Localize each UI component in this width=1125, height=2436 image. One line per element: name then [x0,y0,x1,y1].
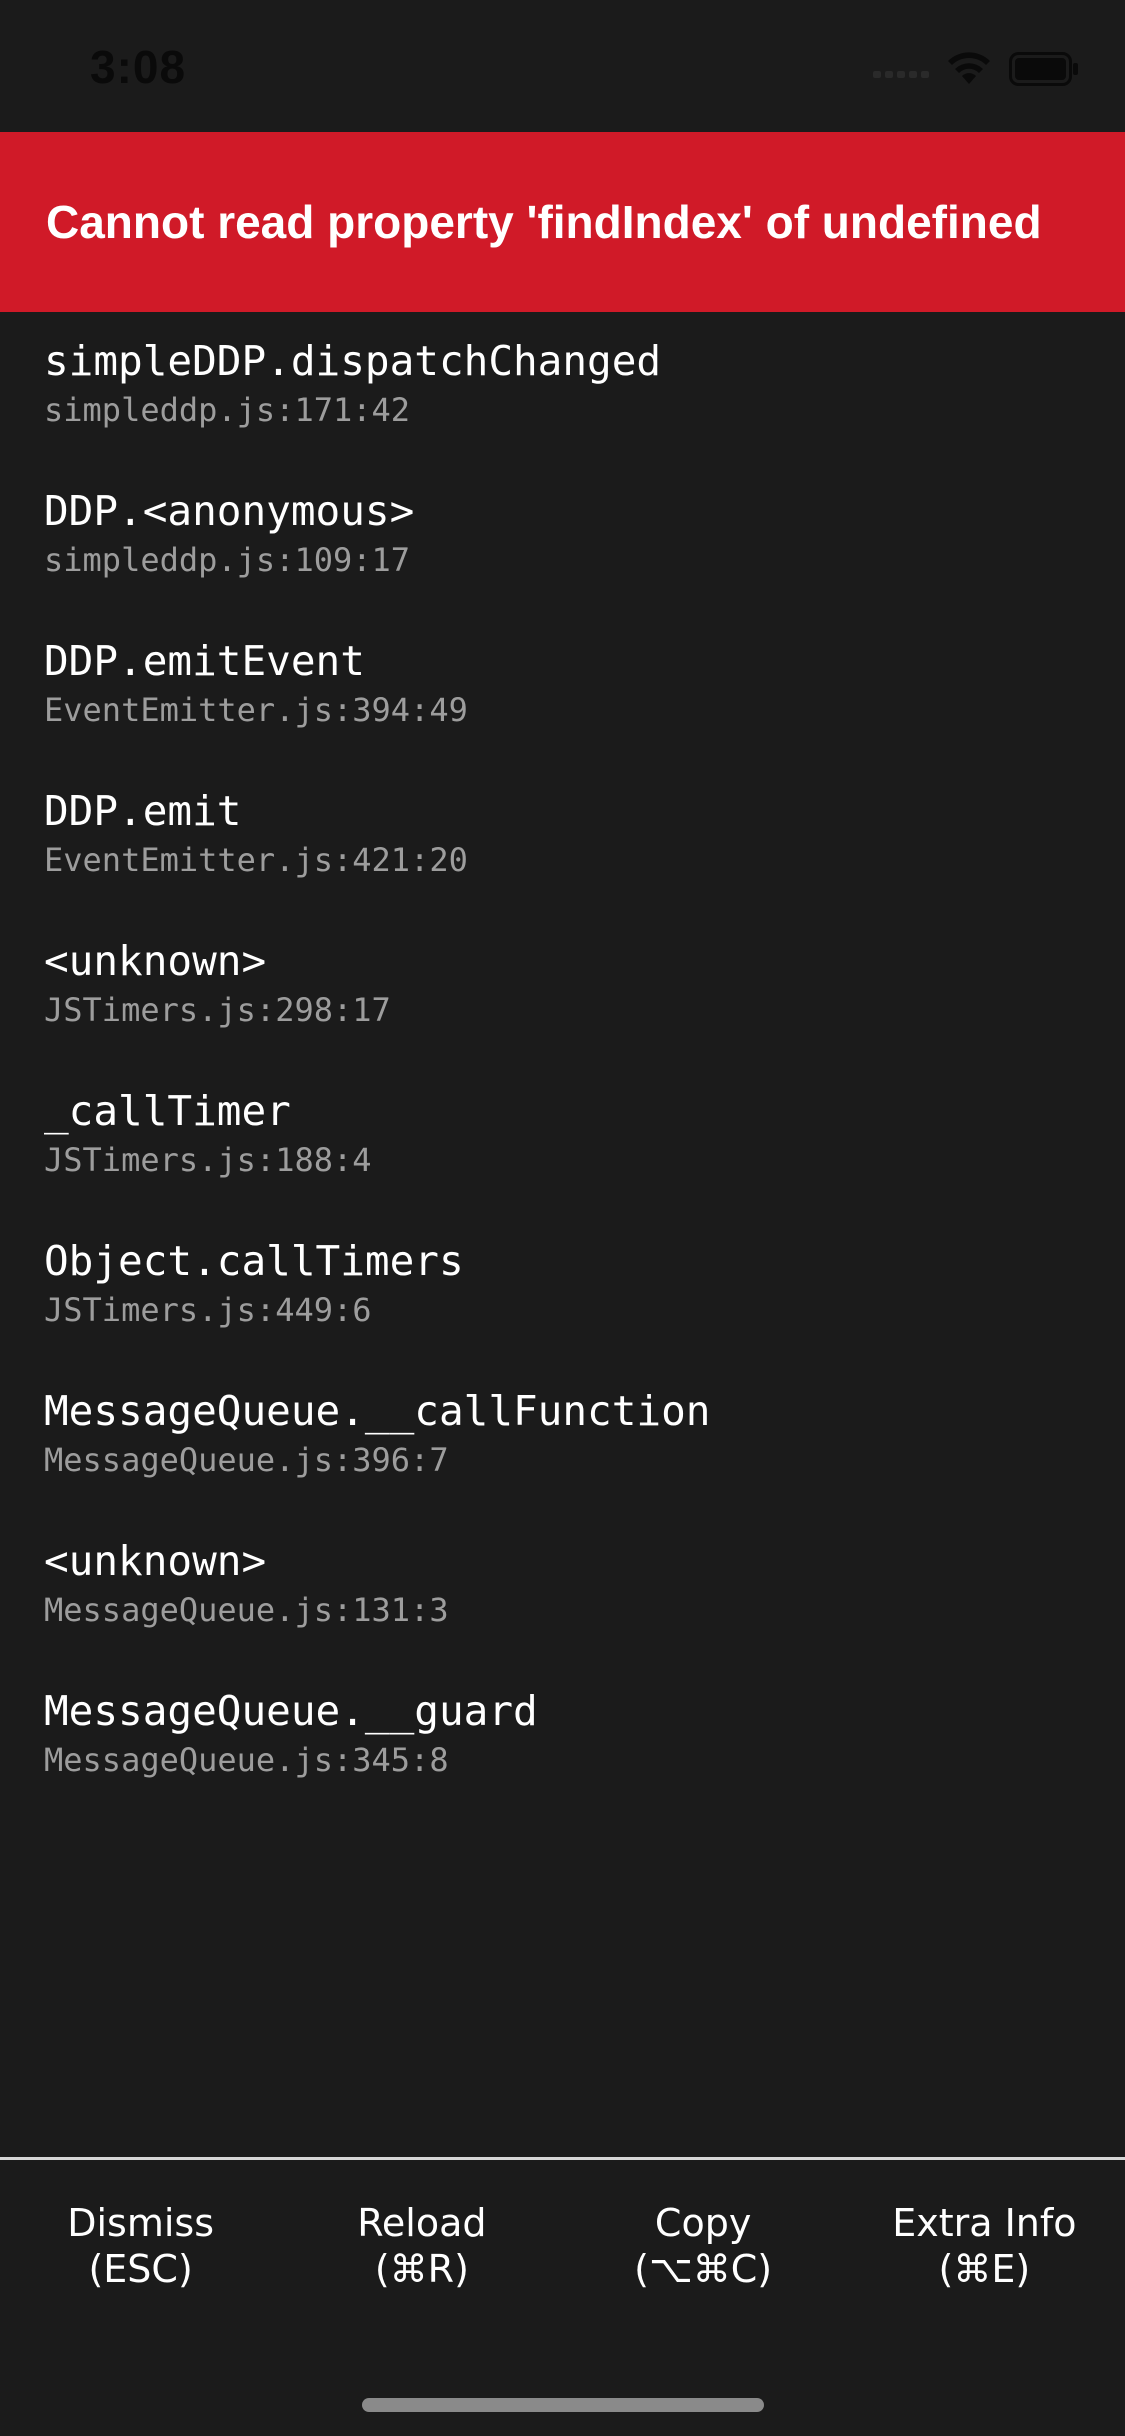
stack-frame[interactable]: _callTimer JSTimers.js:188:4 [44,1086,1084,1180]
reload-label: Reload [357,2201,487,2245]
stack-trace-list[interactable]: simpleDDP.dispatchChanged simpleddp.js:1… [0,312,1125,2157]
frame-location: MessageQueue.js:396:7 [44,1441,449,1479]
dismiss-label: Dismiss [67,2201,215,2245]
stack-frame[interactable]: Object.callTimers JSTimers.js:449:6 [44,1236,1084,1330]
stack-frame[interactable]: MessageQueue.__callFunction MessageQueue… [44,1386,1084,1480]
frame-location: EventEmitter.js:421:20 [44,841,468,879]
dismiss-shortcut: (ESC) [88,2247,193,2291]
cellular-signal-icon [873,71,929,78]
error-banner: Cannot read property 'findIndex' of unde… [0,132,1125,312]
frame-location: JSTimers.js:449:6 [44,1291,372,1329]
frame-method: DDP.emitEvent [44,637,365,685]
frame-method: MessageQueue.__callFunction [44,1387,711,1435]
dismiss-button[interactable]: Dismiss (ESC) [0,2200,281,2292]
frame-method: <unknown> [44,1537,267,1585]
reload-button[interactable]: Reload (⌘R) [281,2200,562,2292]
reload-shortcut: (⌘R) [374,2247,469,2291]
frame-location: simpleddp.js:109:17 [44,541,411,579]
stack-frame[interactable]: <unknown> JSTimers.js:298:17 [44,936,1084,1030]
status-bar: 3:08 [0,0,1125,132]
frame-method: <unknown> [44,937,267,985]
extra-info-shortcut: (⌘E) [938,2247,1031,2291]
battery-icon [1009,52,1078,86]
status-icons [873,52,1079,86]
frame-location: MessageQueue.js:131:3 [44,1591,449,1629]
stack-frame[interactable]: DDP.<anonymous> simpleddp.js:109:17 [44,486,1084,580]
frame-location: MessageQueue.js:345:8 [44,1741,449,1779]
stack-frame[interactable]: DDP.emit EventEmitter.js:421:20 [44,786,1084,880]
stack-frame[interactable]: DDP.emitEvent EventEmitter.js:394:49 [44,636,1084,730]
frame-method: DDP.<anonymous> [44,487,415,535]
frame-location: simpleddp.js:171:42 [44,391,411,429]
stack-frame[interactable]: MessageQueue.__guard MessageQueue.js:345… [44,1686,1084,1780]
frame-method: DDP.emit [44,787,242,835]
frame-method: Object.callTimers [44,1237,464,1285]
status-time: 3:08 [90,41,187,93]
copy-button[interactable]: Copy (⌥⌘C) [563,2200,844,2292]
footer-toolbar: Dismiss (ESC) Reload (⌘R) Copy (⌥⌘C) Ext… [0,2157,1125,2436]
frame-method: simpleDDP.dispatchChanged [44,337,662,385]
frame-method: _callTimer [44,1087,291,1135]
stack-frame[interactable]: simpleDDP.dispatchChanged simpleddp.js:1… [44,336,1084,430]
copy-shortcut: (⌥⌘C) [634,2247,773,2291]
frame-method: MessageQueue.__guard [44,1687,538,1735]
stack-frame[interactable]: <unknown> MessageQueue.js:131:3 [44,1536,1084,1630]
home-indicator[interactable] [362,2398,764,2412]
frame-location: EventEmitter.js:394:49 [44,691,468,729]
frame-location: JSTimers.js:188:4 [44,1141,372,1179]
wifi-icon [948,52,990,84]
extra-info-label: Extra Info [892,2201,1077,2245]
frame-location: JSTimers.js:298:17 [44,991,391,1029]
copy-label: Copy [654,2201,752,2245]
extra-info-button[interactable]: Extra Info (⌘E) [844,2200,1125,2292]
footer-buttons: Dismiss (ESC) Reload (⌘R) Copy (⌥⌘C) Ext… [0,2160,1125,2330]
error-message: Cannot read property 'findIndex' of unde… [46,196,1042,248]
